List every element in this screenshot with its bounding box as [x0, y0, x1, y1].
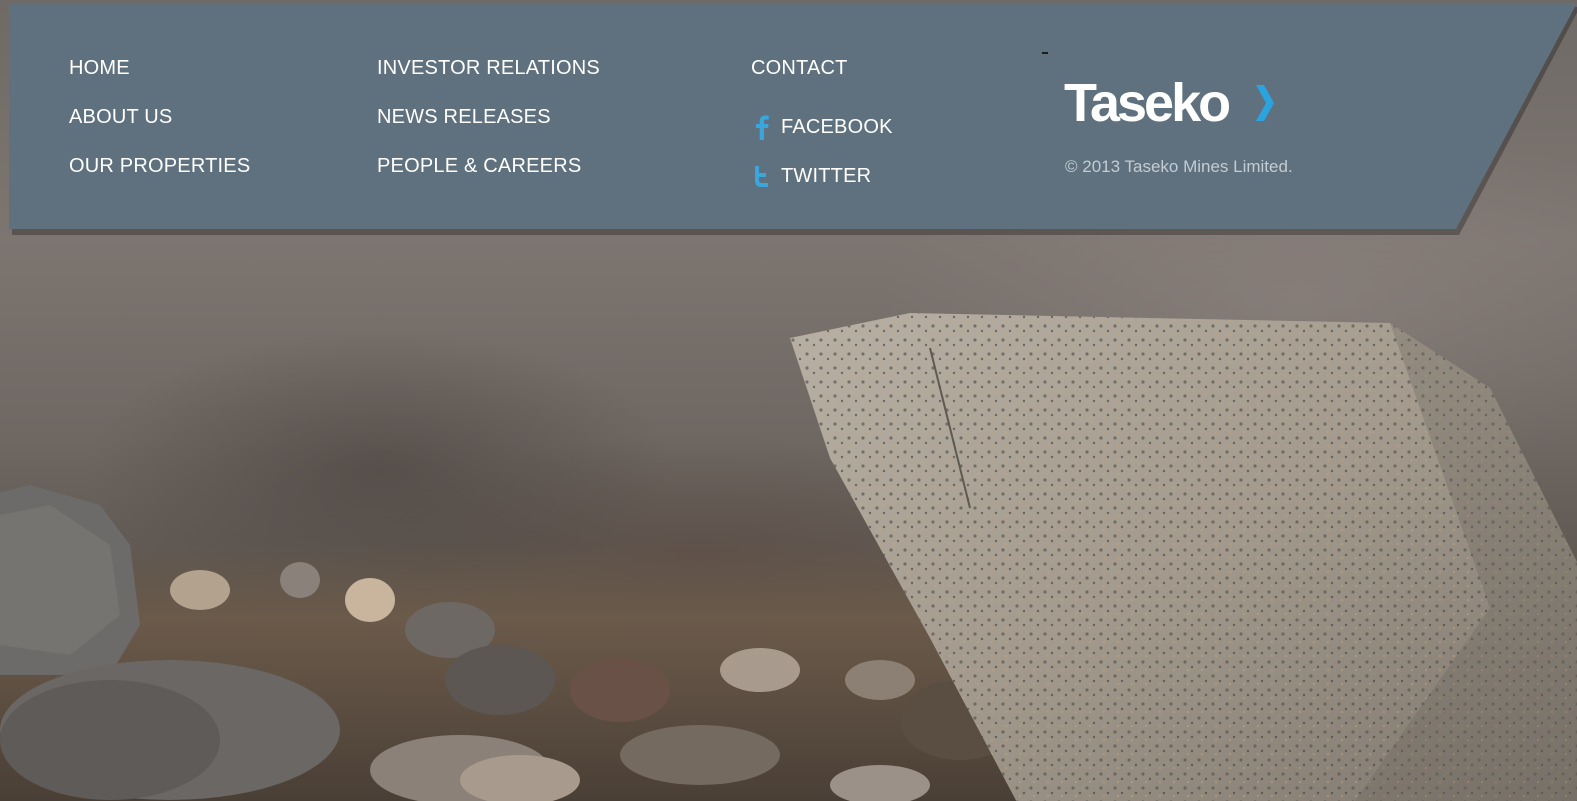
- nav-column-2: INVESTOR RELATIONS NEWS RELEASES PEOPLE …: [377, 53, 600, 200]
- logo-wordmark: Taseko: [1064, 73, 1229, 127]
- page: HOME ABOUT US OUR PROPERTIES INVESTOR RE…: [0, 0, 1577, 801]
- twitter-label: TWITTER: [781, 164, 872, 187]
- nav-contact-link[interactable]: CONTACT: [751, 53, 893, 102]
- copyright-text: © 2013 Taseko Mines Limited.: [1065, 157, 1293, 176]
- logo-chevron-icon: [1256, 85, 1274, 121]
- nav-people-careers-link[interactable]: PEOPLE & CAREERS: [377, 151, 600, 200]
- footer-banner: HOME ABOUT US OUR PROPERTIES INVESTOR RE…: [9, 3, 1577, 235]
- twitter-icon: [751, 163, 773, 189]
- nav-investor-relations-link[interactable]: INVESTOR RELATIONS: [377, 53, 600, 102]
- taseko-logo[interactable]: Taseko: [1064, 73, 1274, 127]
- facebook-link[interactable]: FACEBOOK: [751, 102, 893, 151]
- nav-column-3: CONTACT FACEBOOK TWITTER: [751, 53, 893, 200]
- nav-our-properties-link[interactable]: OUR PROPERTIES: [69, 151, 250, 200]
- facebook-icon: [751, 114, 773, 140]
- nav-about-us-link[interactable]: ABOUT US: [69, 102, 250, 151]
- nav-news-releases-link[interactable]: NEWS RELEASES: [377, 102, 600, 151]
- divider-mark: [1042, 52, 1048, 54]
- twitter-link[interactable]: TWITTER: [751, 151, 893, 200]
- facebook-label: FACEBOOK: [781, 115, 893, 138]
- nav-column-1: HOME ABOUT US OUR PROPERTIES: [69, 53, 250, 200]
- nav-home-link[interactable]: HOME: [69, 53, 250, 102]
- granite-rock-image: [790, 313, 1577, 801]
